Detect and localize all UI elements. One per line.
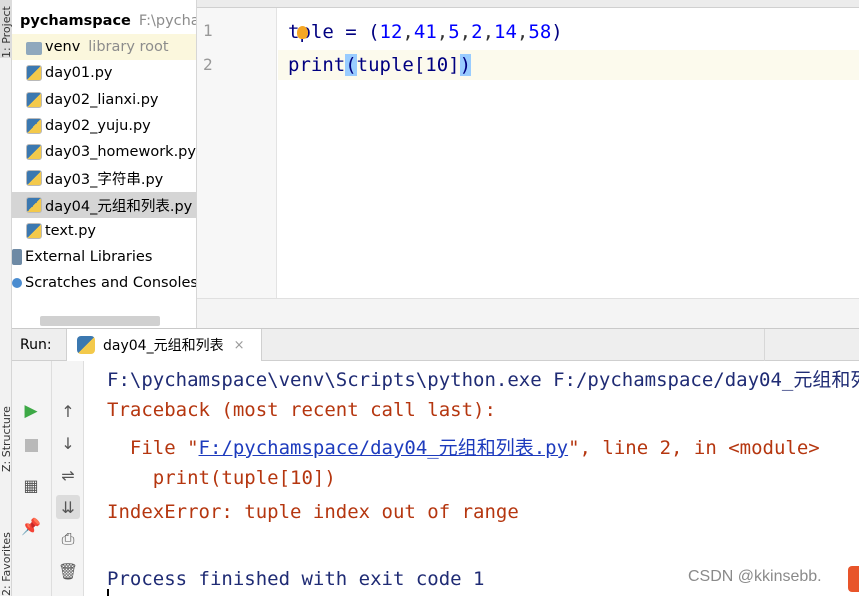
tree-item-day03-strings[interactable]: day03_字符串.py bbox=[12, 165, 196, 191]
close-icon[interactable]: × bbox=[234, 338, 245, 353]
tree-item-label: day02_lianxi.py bbox=[45, 92, 159, 108]
python-file-icon bbox=[26, 118, 42, 134]
structure-tool-tab[interactable]: Z: Structure bbox=[0, 392, 12, 472]
library-root-note: library root bbox=[88, 39, 169, 55]
rerun-icon[interactable]: ▶ bbox=[19, 399, 43, 423]
tree-item-text[interactable]: text.py bbox=[12, 218, 196, 244]
run-tab-label: day04_元组和列表 bbox=[103, 338, 224, 354]
python-file-icon bbox=[26, 65, 42, 81]
python-file-icon bbox=[26, 197, 42, 213]
stop-icon bbox=[24, 438, 38, 452]
trash-icon[interactable]: 🗑 bbox=[56, 559, 80, 583]
tree-item-label: venv bbox=[45, 39, 81, 55]
python-file-icon bbox=[26, 170, 42, 186]
text-cursor bbox=[107, 589, 109, 596]
bracket-highlight: ) bbox=[459, 54, 472, 76]
line-number-gutter: 1 2 bbox=[197, 8, 277, 298]
tree-item-label: day01.py bbox=[45, 65, 113, 81]
tree-item-label: day03_homework.py bbox=[45, 144, 196, 160]
run-toolbar: ▶ ▦ 📌 bbox=[12, 361, 52, 596]
tree-item-label: External Libraries bbox=[25, 249, 153, 265]
arrow-up-icon[interactable]: ↑ bbox=[56, 399, 80, 423]
code-number: 14 bbox=[494, 21, 517, 43]
run-label: Run: bbox=[20, 337, 52, 353]
tree-item-label: text.py bbox=[45, 223, 97, 239]
console-line: Traceback (most recent call last): bbox=[107, 399, 496, 421]
horizontal-scrollbar[interactable] bbox=[40, 316, 160, 326]
console-line: F:\pychamspace\venv\Scripts\python.exe F… bbox=[107, 369, 859, 391]
tree-root[interactable]: pychamspace F:\pycham bbox=[12, 8, 196, 34]
favorites-tool-tab[interactable]: 2: Favorites bbox=[0, 514, 12, 596]
stop-button[interactable] bbox=[19, 433, 43, 457]
arrow-down-icon[interactable]: ↓ bbox=[56, 431, 80, 455]
run-config-tab[interactable]: day04_元组和列表 × bbox=[66, 329, 262, 361]
code-text: ple = ( bbox=[299, 21, 380, 43]
tree-item-day04-tuple-list[interactable]: day04_元组和列表.py bbox=[12, 192, 196, 218]
line-number: 1 bbox=[203, 21, 213, 40]
library-icon bbox=[12, 249, 22, 265]
lightbulb-icon[interactable] bbox=[297, 26, 309, 39]
scratches-icon bbox=[12, 278, 22, 288]
bracket-highlight: ( bbox=[345, 54, 357, 76]
console-line: print(tuple[10]) bbox=[107, 467, 336, 489]
run-header: Run: day04_元组和列表 × bbox=[12, 329, 859, 361]
code-text: ) bbox=[551, 21, 563, 43]
watermark: CSDN @kkinsebb. bbox=[688, 568, 822, 585]
run-tool-window: Run: day04_元组和列表 × ▶ ▦ 📌 ↑ ↓ ⇌ ⇊ ⎙ 🗑 F:\… bbox=[12, 328, 859, 596]
code-number: 5 bbox=[448, 21, 460, 43]
tree-item-day02-lianxi[interactable]: day02_lianxi.py bbox=[12, 87, 196, 113]
layout-icon[interactable]: ▦ bbox=[19, 473, 43, 497]
soft-wrap-icon[interactable]: ⇌ bbox=[56, 463, 80, 487]
python-file-icon bbox=[26, 144, 42, 160]
run-header-actions bbox=[764, 329, 859, 361]
folder-icon bbox=[26, 41, 42, 55]
print-icon[interactable]: ⎙ bbox=[56, 527, 80, 551]
python-file-icon bbox=[26, 223, 42, 239]
tree-item-day01[interactable]: day01.py bbox=[12, 60, 196, 86]
line-number: 2 bbox=[203, 55, 213, 74]
tree-item-label: Scratches and Consoles bbox=[25, 275, 197, 291]
code-editor: 1 2 tple = (12,41,5,2,14,58) print(tuple… bbox=[197, 0, 859, 328]
tree-item-scratches[interactable]: Scratches and Consoles bbox=[12, 270, 197, 296]
console-text: File " bbox=[107, 437, 199, 459]
tree-item-day02-yuju[interactable]: day02_yuju.py bbox=[12, 113, 196, 139]
console-output[interactable]: F:\pychamspace\venv\Scripts\python.exe F… bbox=[84, 361, 859, 596]
python-icon bbox=[77, 336, 95, 354]
console-line: File "F:/pychamspace/day04_元组和列表.py", li… bbox=[107, 433, 820, 460]
tree-item-label: day03_字符串.py bbox=[45, 171, 164, 188]
scroll-to-end-icon[interactable]: ⇊ bbox=[56, 495, 80, 519]
editor-footer bbox=[197, 298, 859, 328]
csdn-logo-icon bbox=[848, 566, 859, 592]
tree-item-external-libraries[interactable]: External Libraries bbox=[12, 244, 196, 270]
pin-icon[interactable]: 📌 bbox=[19, 514, 43, 538]
console-text: ", line 2, in <module> bbox=[568, 437, 820, 459]
console-toolbar: ↑ ↓ ⇌ ⇊ ⎙ 🗑 bbox=[52, 361, 84, 596]
tree-item-day03-homework[interactable]: day03_homework.py bbox=[12, 139, 196, 165]
editor-tab-bar bbox=[197, 0, 859, 8]
tree-item-label: day04_元组和列表.py bbox=[45, 198, 193, 215]
code-area[interactable]: tple = (12,41,5,2,14,58) print(tuple[10]… bbox=[278, 8, 859, 298]
code-number: 58 bbox=[528, 21, 552, 43]
project-tool-tab[interactable]: 1: Project bbox=[0, 0, 12, 58]
code-line-1[interactable]: tple = (12,41,5,2,14,58) bbox=[278, 17, 859, 47]
traceback-file-link[interactable]: F:/pychamspace/day04_元组和列表.py bbox=[199, 437, 569, 459]
tool-window-strip: 1: Project Z: Structure 2: Favorites bbox=[0, 0, 12, 596]
code-text: tuple[10] bbox=[356, 54, 460, 76]
code-number: 41 bbox=[413, 21, 437, 43]
code-number: 2 bbox=[471, 21, 483, 43]
code-line-2[interactable]: print(tuple[10]) bbox=[278, 50, 859, 80]
python-file-icon bbox=[26, 92, 42, 108]
project-root-path: F:\pycham bbox=[138, 13, 196, 29]
tree-item-label: day02_yuju.py bbox=[45, 118, 151, 134]
tree-item-venv[interactable]: venv library root bbox=[12, 34, 196, 60]
console-line: IndexError: tuple index out of range bbox=[107, 501, 519, 523]
code-number: 12 bbox=[379, 21, 403, 43]
code-keyword: print bbox=[288, 54, 346, 76]
console-line: Process finished with exit code 1 bbox=[107, 568, 485, 590]
project-root-name: pychamspace bbox=[20, 13, 131, 29]
project-tree: pychamspace F:\pycham venv library root … bbox=[12, 0, 197, 328]
